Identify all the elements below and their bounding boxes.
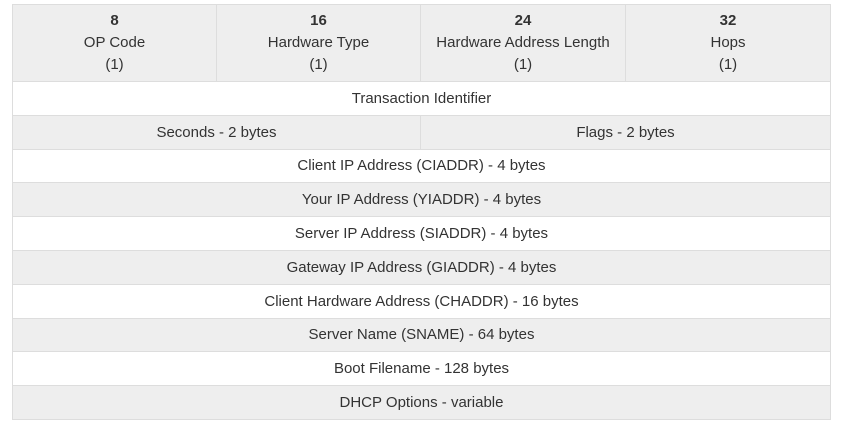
field-size: (1) (718, 56, 738, 73)
table-row: Client Hardware Address (CHADDR) - 16 by… (12, 283, 831, 319)
header-cell-hops: 32 Hops (1) (625, 4, 831, 82)
flags-cell: Flags - 2 bytes (420, 114, 831, 150)
table-row: Seconds - 2 bytes Flags - 2 bytes (12, 114, 831, 150)
sname-cell: Server Name (SNAME) - 64 bytes (12, 317, 831, 353)
header-row: 8 OP Code (1) 16 Hardware Type (1) 24 Ha… (12, 4, 831, 82)
field-size: (1) (105, 56, 124, 73)
table-row: Transaction Identifier (12, 81, 831, 116)
yiaddr-cell: Your IP Address (YIADDR) - 4 bytes (12, 182, 831, 218)
bit-offset-label: 8 (110, 12, 119, 29)
chaddr-cell: Client Hardware Address (CHADDR) - 16 by… (12, 283, 831, 319)
table-row: Boot Filename - 128 bytes (12, 351, 831, 387)
field-name: Hardware Address Length (436, 34, 610, 51)
field-name: OP Code (83, 34, 146, 51)
header-cell-op-code: 8 OP Code (1) (12, 4, 217, 82)
dhcp-message-format-table: 8 OP Code (1) 16 Hardware Type (1) 24 Ha… (12, 4, 831, 420)
boot-filename-cell: Boot Filename - 128 bytes (12, 351, 831, 387)
bit-offset-label: 32 (719, 12, 737, 29)
table-row: Client IP Address (CIADDR) - 4 bytes (12, 148, 831, 184)
table-row: DHCP Options - variable (12, 385, 831, 420)
table-row: Gateway IP Address (GIADDR) - 4 bytes (12, 249, 831, 285)
field-name: Hardware Type (267, 34, 370, 51)
transaction-identifier-cell: Transaction Identifier (12, 81, 831, 116)
header-cell-hardware-type: 16 Hardware Type (1) (216, 4, 421, 82)
table-row: Your IP Address (YIADDR) - 4 bytes (12, 182, 831, 218)
seconds-cell: Seconds - 2 bytes (12, 114, 421, 150)
bit-offset-label: 16 (310, 12, 327, 29)
table-row: Server Name (SNAME) - 64 bytes (12, 317, 831, 353)
table-row: Server IP Address (SIADDR) - 4 bytes (12, 216, 831, 251)
ciaddr-cell: Client IP Address (CIADDR) - 4 bytes (12, 148, 831, 184)
field-size: (1) (309, 56, 328, 73)
siaddr-cell: Server IP Address (SIADDR) - 4 bytes (12, 216, 831, 251)
giaddr-cell: Gateway IP Address (GIADDR) - 4 bytes (12, 249, 831, 285)
dhcp-fields-table: 8 OP Code (1) 16 Hardware Type (1) 24 Ha… (12, 4, 831, 420)
field-name: Hops (710, 34, 746, 51)
field-size: (1) (513, 56, 533, 73)
bit-offset-label: 24 (514, 12, 532, 29)
dhcp-options-cell: DHCP Options - variable (12, 385, 831, 420)
header-cell-hardware-address-length: 24 Hardware Address Length (1) (420, 4, 626, 82)
